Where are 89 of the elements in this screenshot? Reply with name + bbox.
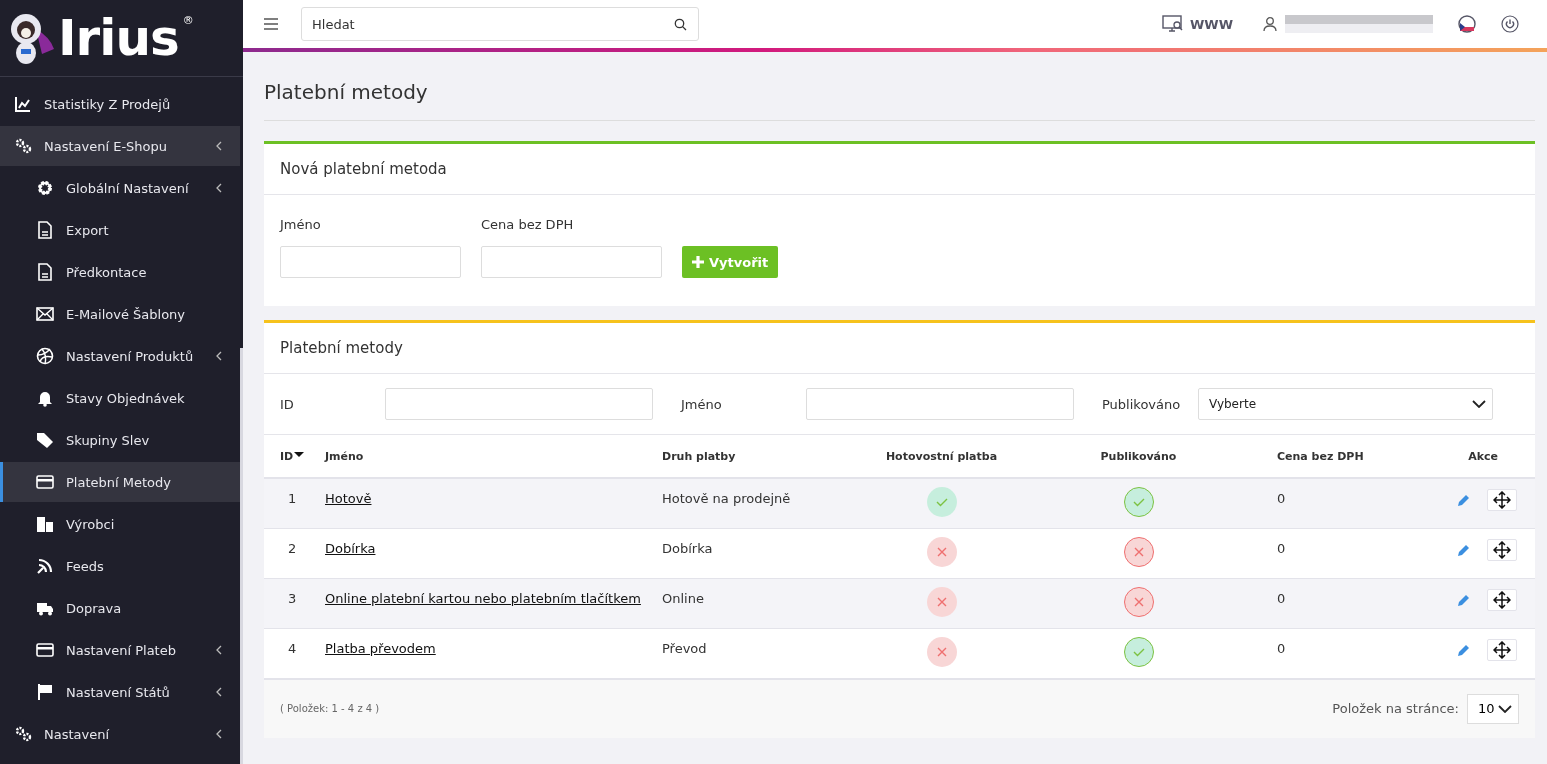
building-icon [36,515,54,533]
search-field[interactable]: Hledat [301,7,699,41]
ball-icon [36,347,54,365]
flag-icon [36,683,54,701]
chevron-down-icon [1472,400,1486,408]
method-link[interactable]: Dobírka [325,540,376,556]
table-cell: Převod [661,628,843,678]
sidebar-item[interactable]: Nastavení E-Shopu [0,126,240,166]
table-cell: 0 [1237,478,1422,528]
input-field[interactable] [385,388,653,420]
move-button[interactable] [1487,588,1517,611]
edit-pencil-icon[interactable] [1457,542,1471,557]
sidebar-item[interactable]: Nastavení Produktů [0,336,240,376]
table-cell: Hotově na prodejně [661,478,843,528]
sidebar-item[interactable]: Globální Nastavení [0,168,240,208]
language-flag-icon[interactable] [1457,14,1477,34]
sidebar-item[interactable]: Export [0,210,240,250]
sidebar-item[interactable]: Feeds [0,546,240,586]
menu-icon[interactable] [263,18,279,30]
field-label: Cena bez DPH [481,217,575,232]
table-cell: 0 [1237,578,1422,628]
tag-icon [36,431,54,449]
move-button[interactable] [1487,489,1517,511]
chevron-left-icon [216,351,222,361]
dropdown-field[interactable]: Vyberte [1198,388,1493,420]
input-field[interactable] [806,388,1074,420]
page-title: Platební metody [264,80,1535,121]
bell-icon [36,389,54,407]
sidebar-item[interactable]: Doprava [0,588,240,628]
table-cell: 0 [1237,628,1422,678]
gears-icon [14,725,32,743]
input-field[interactable] [481,246,662,278]
registered-mark: ® [182,14,194,27]
per-page-label: Položek na stránce: [1332,701,1459,716]
sidebar-item[interactable]: Statistiky Z Prodejů [0,84,240,124]
table-cell: Online [661,578,843,628]
card-title: Platební metody [264,323,1535,374]
filter-label: Jméno [681,396,723,412]
edit-pencil-icon[interactable] [1457,592,1471,607]
card-icon [36,473,54,491]
table-cell: 3 [264,578,324,628]
input-field[interactable] [280,246,461,278]
chevron-down-icon [1498,704,1512,713]
move-button[interactable] [1487,638,1517,661]
table-cell: 2 [264,528,324,578]
gears-icon [14,137,32,155]
card-title: Nová platební metoda [264,144,1535,195]
move-button[interactable] [1487,538,1517,561]
chevron-left-icon [216,687,222,697]
table-cell: 1 [264,478,324,528]
website-link[interactable]: WWW [1161,15,1233,33]
sidebar-item[interactable]: E-Mailové Šablony [0,294,240,334]
edit-pencil-icon[interactable] [1457,493,1471,507]
user-icon[interactable] [1263,16,1277,32]
sidebar-item[interactable]: Platební Metody [0,462,240,502]
filter-label: ID [280,396,295,412]
chevron-left-icon [216,729,222,739]
sidebar-item[interactable]: Nastavení Států [0,672,240,712]
chevron-left-icon [216,141,222,151]
mail-icon [36,305,54,323]
method-link[interactable]: Platba převodem [325,640,436,656]
search-icon[interactable] [674,18,687,31]
per-page-dropdown[interactable]: 10 [1467,693,1519,724]
table-cell: Dobírka [661,528,843,578]
table-cell: 4 [264,628,324,678]
sidebar-item[interactable]: Stavy Objednávek [0,378,240,418]
power-icon[interactable] [1501,15,1519,33]
chart-icon [14,95,32,113]
edit-pencil-icon[interactable] [1457,642,1471,657]
chevron-left-icon [216,183,222,193]
item-count: ( Položek: 1 - 4 z 4 ) [280,703,380,714]
logo-wordmark: Irius [58,13,179,63]
monitor-search-icon [1161,15,1184,33]
gear-icon [36,179,54,197]
file-icon [36,221,54,239]
field-label: Jméno [280,217,322,232]
card-icon [36,641,54,659]
sidebar-item[interactable]: Předkontace [0,252,240,292]
plus-icon [692,256,704,268]
sidebar-item[interactable]: Nastavení [0,714,240,754]
feed-icon [36,557,54,575]
sidebar-item[interactable]: Výrobci [0,504,240,544]
method-link[interactable]: Hotově [325,491,372,506]
file-icon [36,263,54,281]
chevron-left-icon [216,645,222,655]
table-cell: 0 [1237,528,1422,578]
sidebar-item[interactable]: Skupiny Slev [0,420,240,460]
sidebar-item[interactable]: Nastavení Plateb [0,630,240,670]
filter-label: Publikováno [1102,396,1182,412]
